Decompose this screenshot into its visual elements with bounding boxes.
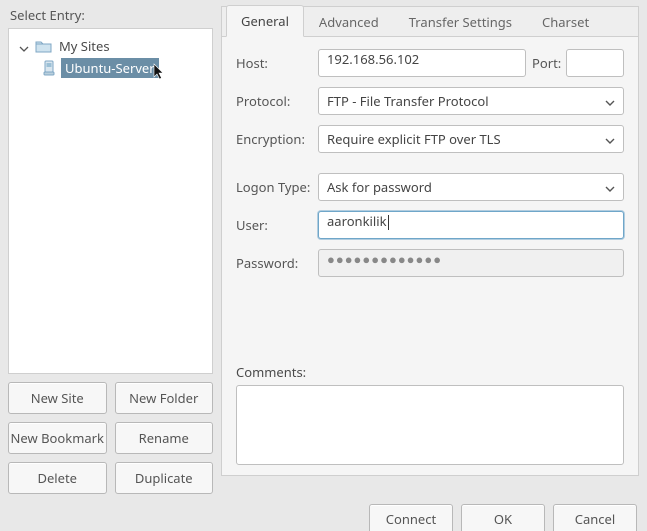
logon-type-value: Ask for password [327,178,432,196]
tab-advanced[interactable]: Advanced [304,6,394,37]
port-label: Port: [532,54,566,72]
tab-general[interactable]: General [226,5,304,37]
new-bookmark-button[interactable]: New Bookmark [8,422,107,454]
port-input[interactable] [566,49,624,77]
select-entry-label: Select Entry: [10,6,213,24]
host-input[interactable]: 192.168.56.102 [318,49,526,77]
host-label: Host: [236,54,318,72]
encryption-select[interactable]: Require explicit FTP over TLS [318,125,624,153]
cancel-button[interactable]: Cancel [553,504,637,531]
cancel-label: Cancel [575,510,615,528]
tab-charset-label: Charset [542,13,589,31]
text-caret [388,215,389,230]
logon-type-select[interactable]: Ask for password [318,173,624,201]
new-site-label: New Site [31,389,84,407]
tab-bar: General Advanced Transfer Settings Chars… [222,7,638,37]
logon-type-label: Logon Type: [236,178,318,196]
password-value: ●●●●●●●●●●●●● [327,250,442,268]
encryption-label: Encryption: [236,130,318,148]
new-folder-button[interactable]: New Folder [115,382,214,414]
right-pane: General Advanced Transfer Settings Chars… [221,6,639,476]
ok-button[interactable]: OK [461,504,545,531]
general-form: Host: 192.168.56.102 Port: Protocol: FTP… [222,37,638,475]
tab-transfer-label: Transfer Settings [409,13,512,31]
user-label: User: [236,216,318,234]
folder-icon [35,39,51,53]
chevron-down-icon [605,130,615,148]
comments-textarea[interactable] [236,385,624,465]
delete-button[interactable]: Delete [8,462,107,494]
tab-advanced-label: Advanced [319,13,379,31]
connect-label: Connect [386,510,436,528]
user-value: aaronkilik [327,212,387,230]
host-value: 192.168.56.102 [327,50,419,68]
new-folder-label: New Folder [129,389,198,407]
password-input: ●●●●●●●●●●●●● [318,249,624,277]
password-label: Password: [236,254,318,272]
left-button-grid: New Site New Folder New Bookmark Rename … [8,382,213,494]
new-site-button[interactable]: New Site [8,382,107,414]
encryption-value: Require explicit FTP over TLS [327,130,501,148]
site-tree[interactable]: My Sites Ubuntu-Server [8,28,213,374]
collapse-icon[interactable] [19,40,31,52]
server-icon [43,60,57,76]
chevron-down-icon [605,92,615,110]
chevron-down-icon [605,178,615,196]
tree-item-ubuntu-server[interactable]: Ubuntu-Server [43,57,208,79]
site-manager-window: Select Entry: My Sites [0,0,647,531]
rename-button[interactable]: Rename [115,422,214,454]
connect-button[interactable]: Connect [369,504,453,531]
tab-transfer-settings[interactable]: Transfer Settings [394,6,527,37]
left-pane: Select Entry: My Sites [8,6,213,494]
duplicate-label: Duplicate [135,469,193,487]
tab-charset[interactable]: Charset [527,6,604,37]
tab-general-label: General [241,12,289,30]
new-bookmark-label: New Bookmark [11,429,104,447]
delete-label: Delete [37,469,77,487]
duplicate-button[interactable]: Duplicate [115,462,214,494]
dialog-footer: Connect OK Cancel [8,504,639,531]
cursor-icon [153,63,167,85]
protocol-label: Protocol: [236,92,318,110]
tree-root-label: My Sites [55,36,114,56]
tree-root-my-sites[interactable]: My Sites [13,35,208,57]
protocol-value: FTP - File Transfer Protocol [327,92,489,110]
comments-label: Comments: [236,363,624,381]
ok-label: OK [494,510,512,528]
protocol-select[interactable]: FTP - File Transfer Protocol [318,87,624,115]
user-input[interactable]: aaronkilik [318,211,624,239]
rename-label: Rename [139,429,189,447]
tree-item-label: Ubuntu-Server [61,58,159,78]
